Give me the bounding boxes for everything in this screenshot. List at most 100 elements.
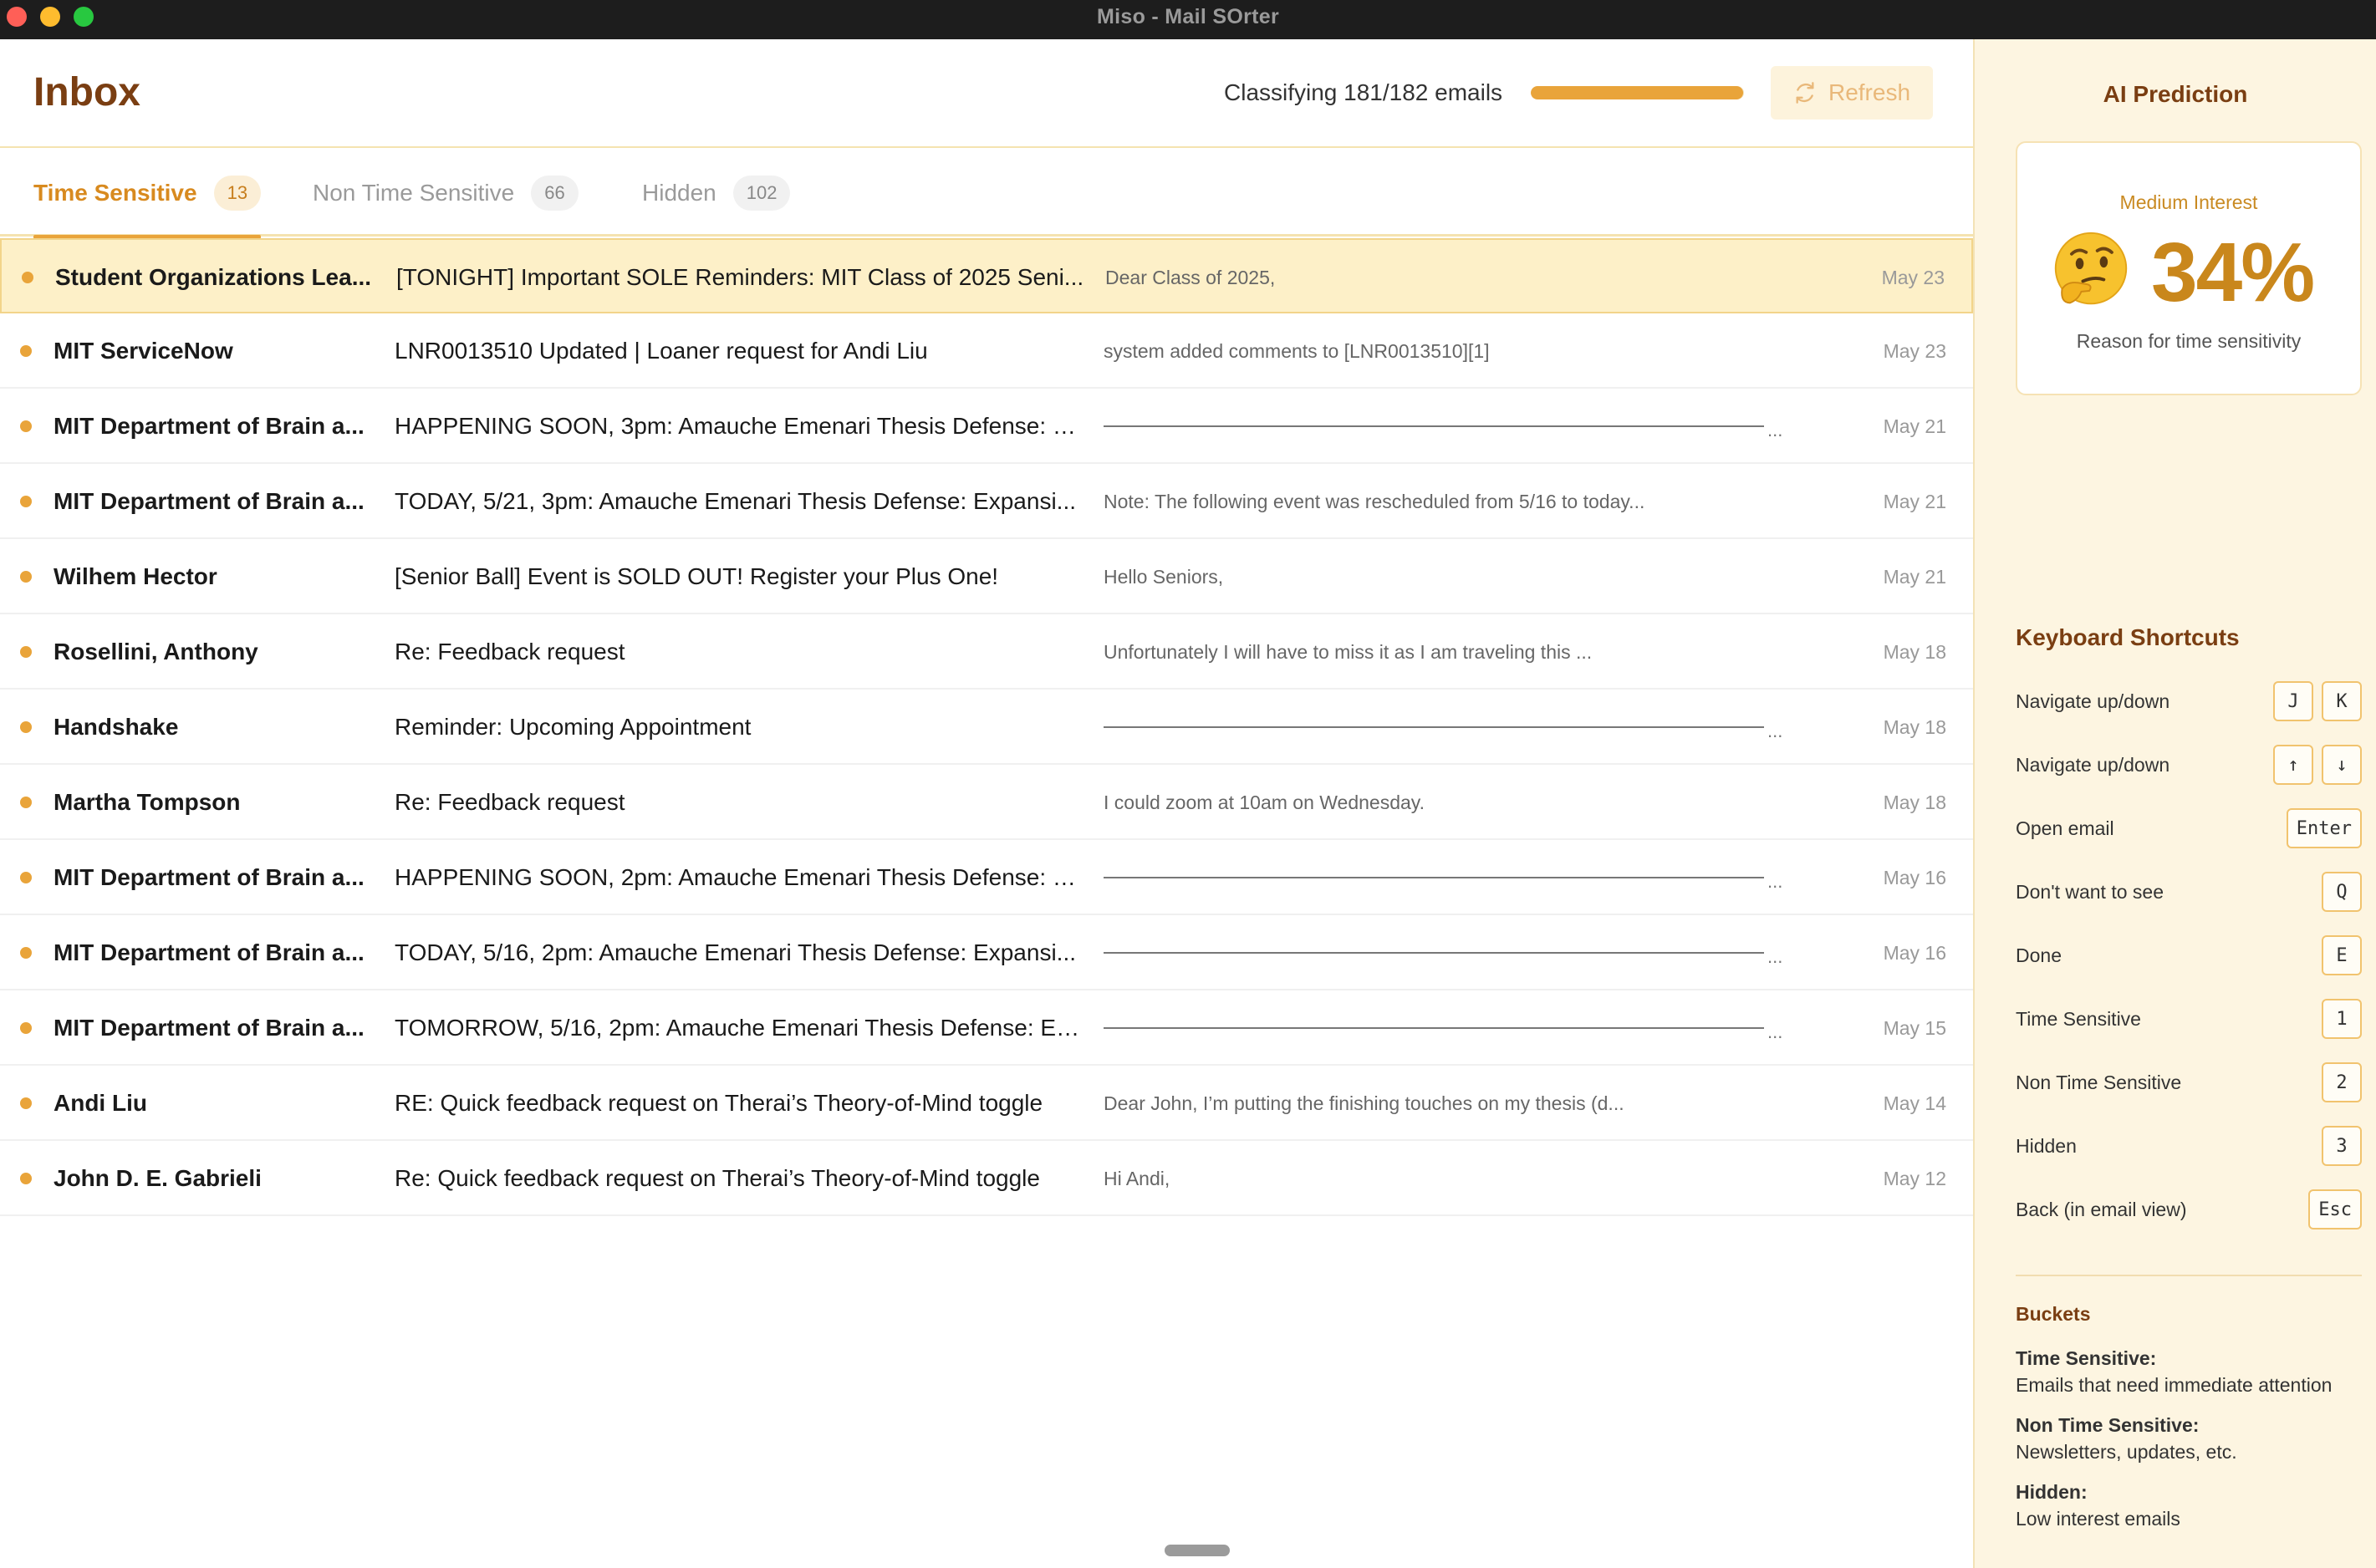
unread-dot [20, 1022, 32, 1034]
unread-dot [20, 797, 32, 808]
email-sender: Rosellini, Anthony [54, 639, 258, 664]
refresh-button[interactable]: Refresh [1771, 66, 1933, 120]
preview-separator-line [1104, 726, 1764, 728]
email-sender: MIT Department of Brain a... [54, 864, 365, 890]
email-subject: Re: Feedback request [395, 639, 625, 664]
email-date: May 21 [1883, 415, 1946, 437]
refresh-icon [1796, 82, 1814, 104]
tab-count-badge: 102 [732, 176, 791, 211]
key-cap: E [2322, 935, 2362, 975]
shortcut-keys: 3 [2322, 1126, 2362, 1166]
shortcut-label: Open email [2016, 817, 2114, 839]
key-cap: Enter [2286, 808, 2362, 848]
shortcut-keys: JK [2273, 681, 2362, 721]
prediction-card: Medium Interest 34% Reason for time sens… [2016, 141, 2362, 395]
email-list: Student Organizations Lea... [TONIGHT] Im… [0, 238, 1973, 1216]
email-row[interactable]: MIT Department of Brain a... HAPPENING SO… [0, 389, 1973, 464]
shortcut-row: Navigate up/down J K [2016, 680, 2362, 722]
email-subject: LNR0013510 Updated | Loaner request for … [395, 338, 928, 364]
email-preview: Dear Class of 2025, [1105, 267, 1276, 288]
email-row[interactable]: MIT ServiceNow LNR0013510 Updated | Loane… [0, 313, 1973, 389]
page-title: Inbox [33, 70, 140, 115]
email-preview: ... [1767, 871, 1783, 892]
shortcut-keys: E [2322, 935, 2362, 975]
email-date: May 16 [1883, 867, 1946, 888]
email-row[interactable]: MIT Department of Brain a... TOMORROW, 5/… [0, 990, 1973, 1066]
email-row[interactable]: MIT Department of Brain a... TODAY, 5/16,… [0, 915, 1973, 990]
shortcut-keys: Enter [2286, 808, 2362, 848]
zoom-window-button[interactable] [74, 7, 94, 27]
shortcuts-title: Keyboard Shortcuts [2016, 624, 2240, 650]
email-preview: ... [1767, 720, 1783, 741]
email-preview: ... [1767, 946, 1783, 967]
buckets-title: Buckets [2016, 1303, 2091, 1325]
tab-label: Non Time Sensitive [313, 180, 515, 206]
bucket-name: Time Sensitive: [2016, 1347, 2157, 1369]
shortcut-row: Open email Enter [2016, 807, 2362, 849]
side-panel: AI Prediction Medium Interest 34% Reason… [1973, 39, 2376, 1568]
tab-time-sensitive[interactable]: Time Sensitive 13 [33, 150, 262, 239]
interest-percentage: 34% [2151, 226, 2315, 319]
shortcut-label: Don't want to see [2016, 880, 2164, 903]
email-row[interactable]: Andi Liu RE: Quick feedback request on Th… [0, 1066, 1973, 1141]
bucket-description: Newsletters, updates, etc. [2016, 1441, 2237, 1463]
email-sender: MIT Department of Brain a... [54, 488, 365, 514]
key-cap: Esc [2308, 1189, 2362, 1229]
email-sender: Andi Liu [54, 1090, 147, 1116]
shortcut-label: Hidden [2016, 1134, 2077, 1157]
email-row[interactable]: MIT Department of Brain a... TODAY, 5/21,… [0, 464, 1973, 539]
unread-dot [20, 947, 32, 959]
bucket-description: Low interest emails [2016, 1508, 2180, 1530]
shortcut-row: Navigate up/down ↑ ↓ [2016, 744, 2362, 786]
classifying-status: Classifying 181/182 emails [1224, 79, 1503, 105]
shortcut-label: Non Time Sensitive [2016, 1071, 2182, 1093]
inbox-header: Inbox Classifying 181/182 emails Refresh [0, 39, 1973, 148]
minimize-window-button[interactable] [40, 7, 60, 27]
unread-dot [20, 571, 32, 583]
shortcut-label: Navigate up/down [2016, 753, 2170, 776]
email-date: May 23 [1883, 340, 1946, 362]
email-date: May 18 [1883, 716, 1946, 738]
tab-hidden[interactable]: Hidden 102 [642, 150, 791, 237]
email-row[interactable]: Rosellini, Anthony Re: Feedback request Un… [0, 614, 1973, 690]
shortcut-label: Done [2016, 944, 2062, 966]
scroll-handle[interactable] [1165, 1545, 1230, 1556]
email-row[interactable]: John D. E. Gabrieli Re: Quick feedback re… [0, 1141, 1973, 1216]
email-subject: HAPPENING SOON, 3pm: Amauche Emenari The… [395, 413, 1087, 439]
unread-dot [20, 872, 32, 883]
tab-label: Hidden [642, 180, 716, 206]
email-preview: Unfortunately I will have to miss it as … [1104, 641, 1593, 663]
unread-dot [20, 496, 32, 507]
window-titlebar: Miso - Mail SOrter [0, 0, 2376, 39]
shortcut-keys: 2 [2322, 1062, 2362, 1102]
email-row[interactable]: Martha Tompson Re: Feedback request I coul… [0, 765, 1973, 840]
shortcut-row: Hidden 3 [2016, 1125, 2362, 1167]
email-date: May 21 [1883, 491, 1946, 512]
tab-label: Time Sensitive [33, 180, 197, 206]
preview-separator-line [1104, 425, 1764, 427]
email-date: May 16 [1883, 942, 1946, 964]
email-row[interactable]: Student Organizations Lea... [TONIGHT] Im… [0, 238, 1973, 313]
bucket-description: Emails that need immediate attention [2016, 1374, 2333, 1396]
email-row[interactable]: MIT Department of Brain a... HAPPENING SO… [0, 840, 1973, 915]
shortcut-row: Don't want to see Q [2016, 871, 2362, 913]
email-subject: Re: Quick feedback request on Therai’s T… [395, 1165, 1040, 1191]
email-row[interactable]: Wilhem Hector [Senior Ball] Event is SOLD… [0, 539, 1973, 614]
key-cap: Q [2322, 872, 2362, 912]
bucket-name: Non Time Sensitive: [2016, 1414, 2200, 1436]
preview-separator-line [1104, 1027, 1764, 1029]
key-cap: ↓ [2322, 745, 2362, 785]
email-subject: Reminder: Upcoming Appointment [395, 714, 752, 740]
unread-dot [20, 420, 32, 432]
interest-level: Medium Interest [2119, 191, 2258, 213]
close-window-button[interactable] [7, 7, 27, 27]
email-subject: HAPPENING SOON, 2pm: Amauche Emenari The… [395, 864, 1087, 890]
email-sender: Wilhem Hector [54, 563, 217, 589]
email-subject: Re: Feedback request [395, 789, 625, 815]
key-cap: 2 [2322, 1062, 2362, 1102]
email-subject: TODAY, 5/21, 3pm: Amauche Emenari Thesis… [395, 488, 1077, 514]
email-row[interactable]: Handshake Reminder: Upcoming Appointment.… [0, 690, 1973, 765]
unread-dot [20, 721, 32, 733]
classify-progress-bar [1531, 86, 1744, 99]
tab-non-time-sensitive[interactable]: Non Time Sensitive 66 [313, 150, 579, 237]
